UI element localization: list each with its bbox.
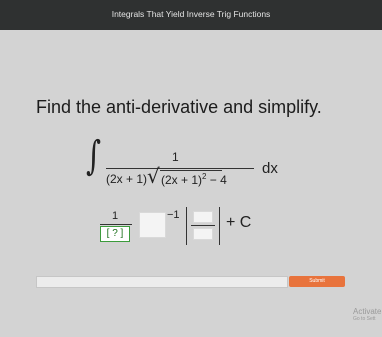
- abs-fraction-bar: [191, 225, 215, 226]
- submit-button[interactable]: Submit: [289, 276, 345, 287]
- sqrt-symbol: √: [147, 164, 160, 188]
- sqrt-radicand: (2x + 1)2 − 4: [161, 172, 227, 187]
- abs-numerator-input[interactable]: [193, 211, 213, 223]
- page-title: Integrals That Yield Inverse Trig Functi…: [111, 9, 271, 19]
- fraction-bar: [106, 168, 254, 169]
- integral-sign: ∫: [86, 133, 102, 179]
- integrand-numerator: 1: [172, 150, 179, 164]
- sqrt-inner: (2x + 1): [161, 173, 203, 187]
- answer-function-input[interactable]: [139, 212, 166, 238]
- question-prompt: Find the anti-derivative and simplify.: [36, 97, 322, 117]
- answer-numerator: 1: [112, 210, 119, 222]
- answer-entry-field[interactable]: [36, 276, 288, 288]
- sqrt-rest: − 4: [206, 173, 227, 187]
- activation-watermark: Activate Go to Sett: [353, 307, 381, 322]
- constant-of-integration: + C: [226, 214, 252, 231]
- answer-fraction-bar: [100, 224, 132, 225]
- abs-denominator-input[interactable]: [193, 228, 213, 240]
- answer-denominator-input[interactable]: [ ? ]: [100, 226, 130, 242]
- header-bar: Integrals That Yield Inverse Trig Functi…: [0, 0, 382, 30]
- answer-exponent: −1: [167, 209, 180, 221]
- abs-right-bar: [219, 207, 220, 245]
- watermark-line2: Go to Sett: [353, 315, 376, 322]
- integrand-denominator-left: (2x + 1): [106, 172, 148, 186]
- abs-left-bar: [186, 207, 187, 245]
- differential: dx: [262, 160, 278, 177]
- sqrt-vinculum: [160, 170, 222, 171]
